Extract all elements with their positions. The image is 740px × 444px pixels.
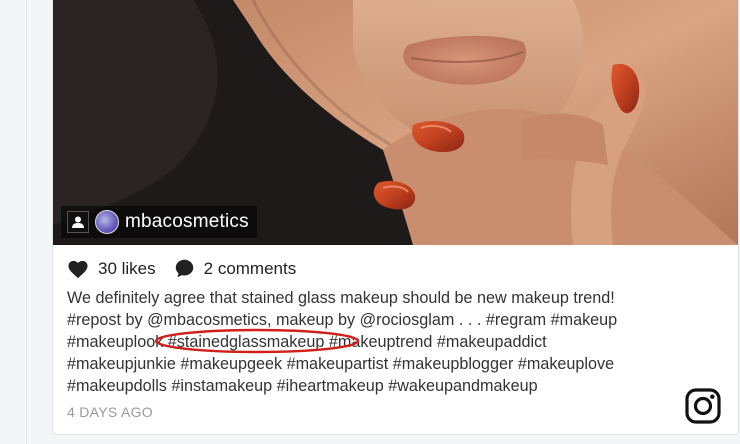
caption-line: #makeupjunkie #makeupgeek #makeupartist …	[67, 355, 615, 373]
comments-count: 2 comments	[203, 258, 297, 278]
post-stats-row: 30 likes 2 comments	[67, 258, 314, 279]
post-timestamp: 4 DAYS AGO	[67, 404, 153, 420]
caption-line: #makeupdolls #instamakeup #iheartmakeup …	[67, 377, 538, 395]
caption-line: We definitely agree that stained glass m…	[67, 289, 615, 307]
comments-group[interactable]: 2 comments	[174, 258, 297, 279]
left-sidebar-strip	[0, 0, 27, 444]
avatar[interactable]	[95, 210, 119, 234]
post-user-chip[interactable]: mbacosmetics	[61, 206, 257, 238]
likes-group[interactable]: 30 likes	[67, 259, 156, 279]
caption-line: #makeuplook #stainedglassmakeup #makeupt…	[67, 328, 707, 354]
caption-line: #repost by @mbacosmetics, makeup by @roc…	[67, 311, 618, 329]
instagram-icon[interactable]	[685, 388, 721, 424]
heart-icon[interactable]	[67, 259, 89, 279]
instagram-post-card: mbacosmetics 30 likes 2 comments We defi…	[52, 0, 739, 435]
highlighted-hashtag[interactable]: #stainedglassmakeup	[154, 328, 359, 354]
post-username[interactable]: mbacosmetics	[125, 211, 249, 233]
post-caption: We definitely agree that stained glass m…	[67, 287, 707, 397]
caption-text: #makeuptrend #makeupaddict	[324, 333, 547, 351]
person-icon	[67, 211, 89, 233]
post-photo[interactable]: mbacosmetics	[53, 0, 738, 245]
caption-text: #makeuplook	[67, 333, 168, 351]
likes-count: 30 likes	[98, 258, 156, 278]
hashtag-stainedglassmakeup[interactable]: #stainedglassmakeup	[168, 333, 325, 351]
comment-bubble-icon[interactable]	[174, 258, 195, 279]
